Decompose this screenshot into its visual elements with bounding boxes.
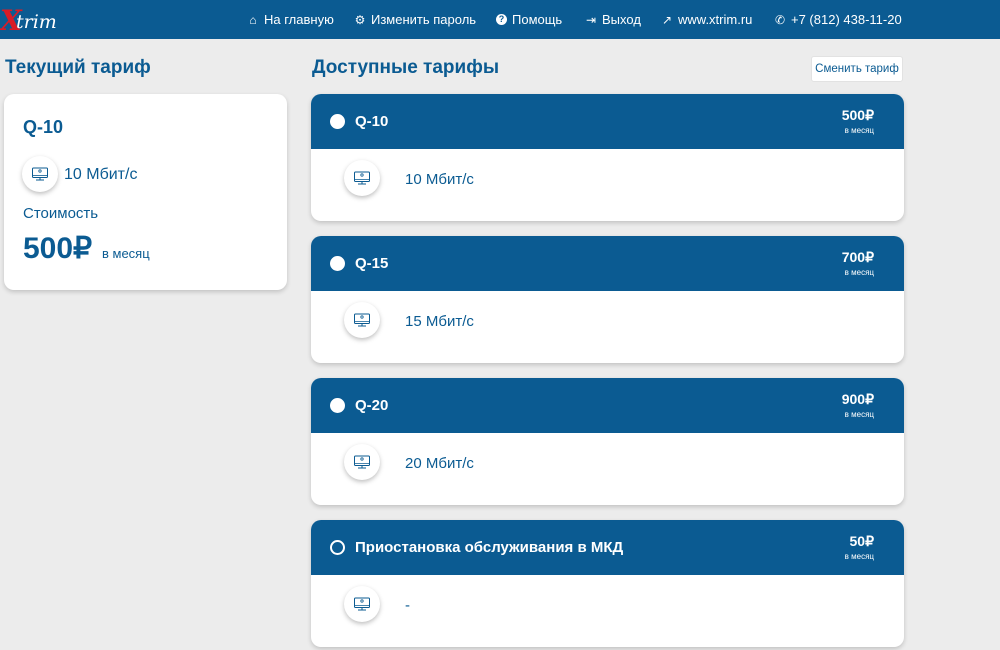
current-tariff-period: в месяц <box>102 246 150 261</box>
tariff-card-header: Приостановка обслуживания в МКД 50₽ в ме… <box>311 520 904 575</box>
cost-label: Стоимость <box>23 205 99 222</box>
tariff-name: Q-15 <box>355 255 389 272</box>
tariff-card[interactable]: Q-10 500₽ в месяц 10 Мбит/с <box>311 94 904 221</box>
radio-selected-icon[interactable] <box>330 114 345 129</box>
tariff-card-header: Q-20 900₽ в месяц <box>311 378 904 433</box>
tariff-speed: 15 Мбит/с <box>405 313 474 330</box>
nav-phone-link[interactable]: ✆ +7 (812) 438-11-20 <box>774 12 902 27</box>
tariff-card[interactable]: Q-20 900₽ в месяц 20 Мбит/с <box>311 378 904 505</box>
tariff-period: в месяц <box>844 268 874 277</box>
top-navbar: X trim ⌂ На главную ⚙ Изменить пароль ? … <box>0 0 1000 39</box>
logout-icon: ⇥ <box>585 12 597 27</box>
help-icon: ? <box>496 14 507 25</box>
gear-icon: ⚙ <box>354 12 366 27</box>
tariff-speed: - <box>405 597 410 614</box>
monitor-icon <box>344 302 380 338</box>
tariff-card-header: Q-15 700₽ в месяц <box>311 236 904 291</box>
xtrim-logo[interactable]: X trim <box>0 4 70 37</box>
nav-change-password-link[interactable]: ⚙ Изменить пароль <box>354 12 476 27</box>
nav-logout-link[interactable]: ⇥ Выход <box>585 12 641 27</box>
tariff-name: Q-20 <box>355 397 389 414</box>
logo-text: trim <box>16 11 57 33</box>
tariff-price: 700₽ <box>841 249 874 265</box>
tariff-card[interactable]: Q-15 700₽ в месяц 15 Мбит/с <box>311 236 904 363</box>
nav-phone-label: +7 (812) 438-11-20 <box>791 12 902 27</box>
change-tariff-button[interactable]: Сменить тариф <box>811 56 903 82</box>
monitor-icon <box>22 156 58 192</box>
tariff-name: Приостановка обслуживания в МКД <box>355 539 624 556</box>
tariff-price: 900₽ <box>841 391 874 407</box>
current-tariff-name: Q-10 <box>23 117 64 137</box>
tariff-card-header: Q-10 500₽ в месяц <box>311 94 904 149</box>
nav-site-label: www.xtrim.ru <box>678 12 753 27</box>
tariff-name: Q-10 <box>355 113 389 130</box>
radio-unselected-icon[interactable] <box>330 540 345 555</box>
home-icon: ⌂ <box>249 12 257 27</box>
radio-selected-icon[interactable] <box>330 398 345 413</box>
tariff-price: 500₽ <box>841 107 874 123</box>
monitor-icon <box>344 160 380 196</box>
current-tariff-card: Q-10 10 Мбит/с Стоимость 500₽ в месяц <box>4 94 287 290</box>
current-tariff-speed: 10 Мбит/с <box>64 166 138 183</box>
tariff-period: в месяц <box>844 552 874 561</box>
tariff-speed: 20 Мбит/с <box>405 455 474 472</box>
nav-change-password-label: Изменить пароль <box>371 12 477 27</box>
nav-logout-label: Выход <box>602 12 641 27</box>
nav-site-link[interactable]: ↗ www.xtrim.ru <box>661 12 752 27</box>
available-tariffs-heading: Доступные тарифы <box>312 57 500 78</box>
current-tariff-price: 500₽ <box>23 232 93 265</box>
nav-home-link[interactable]: ⌂ На главную <box>247 12 334 27</box>
tariff-period: в месяц <box>844 126 874 135</box>
monitor-icon <box>344 444 380 480</box>
tariff-speed: 10 Мбит/с <box>405 171 474 188</box>
tariff-card[interactable]: Приостановка обслуживания в МКД 50₽ в ме… <box>311 520 904 647</box>
phone-icon: ✆ <box>774 12 786 27</box>
tariff-period: в месяц <box>844 410 874 419</box>
nav-help-label: Помощь <box>512 12 563 27</box>
tariff-price: 50₽ <box>849 533 874 549</box>
current-tariff-heading: Текущий тариф <box>5 57 151 78</box>
radio-selected-icon[interactable] <box>330 256 345 271</box>
nav-home-label: На главную <box>264 12 334 27</box>
external-link-icon: ↗ <box>661 12 673 27</box>
monitor-icon <box>344 586 380 622</box>
nav-help-link[interactable]: ? Помощь <box>496 12 562 27</box>
